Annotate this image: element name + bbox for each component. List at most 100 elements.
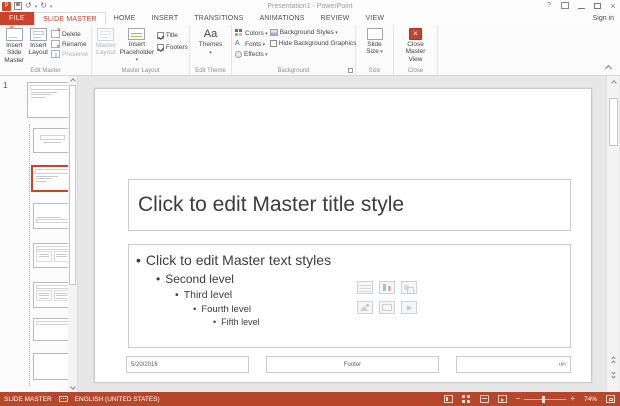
- title-checkbox-icon: [156, 32, 164, 39]
- zoom-out-icon[interactable]: −: [516, 395, 521, 403]
- fit-slide-to-window-icon[interactable]: [606, 395, 615, 403]
- close-master-view-button[interactable]: Close Master View: [399, 27, 433, 65]
- rename-button[interactable]: Rename: [50, 40, 88, 48]
- colors-button[interactable]: Colors: [235, 29, 268, 37]
- group-label-edit-theme: Edit Theme: [195, 68, 226, 74]
- tab-animations[interactable]: ANIMATIONS: [252, 12, 313, 25]
- thumbnail-layout-title-only[interactable]: [33, 318, 72, 341]
- master-title-placeholder[interactable]: Click to edit Master title style: [128, 179, 571, 231]
- ribbon-tab-bar: FILE SLIDE MASTER HOME INSERT TRANSITION…: [0, 12, 620, 25]
- main-vertical-scrollbar[interactable]: [606, 76, 619, 392]
- insert-video-icon[interactable]: [401, 301, 417, 314]
- insert-placeholder-button[interactable]: Insert Placeholder: [119, 27, 155, 65]
- slide-canvas[interactable]: Click to edit Master title style Click t…: [94, 88, 592, 383]
- thumbnail-layout-blank[interactable]: [33, 353, 72, 380]
- zoom-control: − +: [516, 395, 575, 403]
- normal-view-icon[interactable]: [443, 395, 453, 403]
- footer-placeholder[interactable]: Footer: [266, 356, 439, 373]
- insert-smartart-icon[interactable]: [401, 281, 417, 294]
- fonts-button[interactable]: Fonts: [235, 40, 268, 48]
- title-checkbox[interactable]: Title: [156, 32, 188, 39]
- master-layout-button[interactable]: Master Layout: [95, 27, 117, 65]
- thumbnail-slide-master[interactable]: [27, 82, 72, 118]
- group-edit-theme: Themes Edit Theme: [190, 25, 232, 75]
- background-dialog-launcher-icon[interactable]: [348, 68, 353, 73]
- insert-table-icon[interactable]: [357, 281, 373, 294]
- tab-file[interactable]: FILE: [0, 12, 34, 25]
- footers-checkbox[interactable]: Footers: [156, 44, 188, 51]
- effects-icon: [235, 51, 242, 58]
- thumbnail-layout-title-slide[interactable]: [33, 128, 72, 153]
- slide-size-button[interactable]: Slide Size: [362, 27, 388, 65]
- customize-quick-access-icon[interactable]: [50, 3, 53, 10]
- hide-background-graphics-checkbox[interactable]: Hide Background Graphics: [269, 40, 356, 47]
- effects-button[interactable]: Effects: [235, 51, 268, 58]
- collapse-ribbon-icon[interactable]: [605, 64, 613, 70]
- group-edit-master: Insert Slide Master Insert Layout Delete…: [0, 25, 92, 75]
- insert-picture-icon[interactable]: [357, 301, 373, 314]
- content-placeholder-icons: [357, 281, 423, 321]
- redo-icon[interactable]: [40, 2, 47, 10]
- ribbon-display-options-icon[interactable]: [561, 2, 569, 9]
- sign-in-link[interactable]: Sign in: [593, 12, 620, 25]
- close-icon[interactable]: [608, 1, 618, 10]
- slide-show-icon[interactable]: [497, 395, 507, 403]
- zoom-slider[interactable]: [524, 395, 567, 403]
- zoom-slider-thumb[interactable]: [542, 395, 546, 403]
- delete-icon: [50, 27, 61, 38]
- status-bar: SLIDE MASTER ENGLISH (UNITED STATES) − +…: [0, 392, 620, 406]
- group-master-layout: Master Layout Insert Placeholder Title F…: [92, 25, 190, 75]
- master-body-placeholder[interactable]: Click to edit Master text styles Second …: [128, 244, 571, 348]
- group-size: Slide Size Size: [356, 25, 394, 75]
- thumbnail-layout-title-and-content[interactable]: [31, 165, 73, 192]
- next-slide-icon[interactable]: [609, 368, 618, 380]
- tab-insert[interactable]: INSERT: [144, 12, 187, 25]
- thumbnail-scroll-down-icon[interactable]: [69, 384, 76, 392]
- insert-slide-master-button[interactable]: Insert Slide Master: [3, 25, 25, 65]
- date-placeholder[interactable]: 5/20/2016: [126, 356, 249, 373]
- undo-dropdown-icon[interactable]: [35, 3, 38, 10]
- preserve-icon: [50, 50, 60, 58]
- background-styles-button[interactable]: Background Styles: [269, 29, 357, 36]
- master-layout-icon: [97, 28, 115, 41]
- thumbnail-scrollbar[interactable]: [68, 76, 77, 392]
- reading-view-icon[interactable]: [479, 395, 489, 403]
- thumbnail-scroll-up-icon[interactable]: [69, 76, 76, 84]
- help-icon[interactable]: [544, 1, 554, 10]
- scroll-up-icon[interactable]: [610, 78, 618, 86]
- tab-view[interactable]: VIEW: [357, 12, 392, 25]
- restore-icon[interactable]: [593, 2, 601, 9]
- insert-online-picture-icon[interactable]: [379, 301, 395, 314]
- titlebar: Presentation1 - PowerPoint: [0, 0, 620, 12]
- tab-transitions[interactable]: TRANSITIONS: [186, 12, 251, 25]
- tab-review[interactable]: REVIEW: [313, 12, 358, 25]
- quick-access-toolbar: [0, 1, 53, 11]
- window-controls: [544, 1, 618, 10]
- zoom-in-icon[interactable]: +: [570, 395, 575, 403]
- themes-button[interactable]: Themes: [197, 27, 225, 65]
- main-scrollbar-thumb[interactable]: [609, 98, 618, 146]
- group-label-master-layout: Master Layout: [121, 68, 160, 74]
- undo-icon[interactable]: [25, 2, 32, 10]
- slide-number-placeholder[interactable]: ‹#›: [456, 356, 571, 373]
- status-language[interactable]: ENGLISH (UNITED STATES): [75, 396, 160, 403]
- minimize-icon[interactable]: [577, 7, 585, 9]
- powerpoint-app-icon[interactable]: [2, 1, 11, 11]
- insert-chart-icon[interactable]: [379, 281, 395, 294]
- thumbnail-layout-section-header[interactable]: [33, 203, 72, 229]
- background-styles-icon: [269, 29, 278, 36]
- previous-slide-icon[interactable]: [609, 354, 618, 366]
- delete-button[interactable]: Delete: [50, 27, 88, 38]
- zoom-percentage[interactable]: 74%: [584, 396, 597, 403]
- keyboard-language-icon[interactable]: [58, 396, 68, 402]
- thumbnail-layout-comparison[interactable]: [33, 282, 72, 308]
- preserve-button[interactable]: Preserve: [50, 50, 88, 58]
- slide-sorter-view-icon[interactable]: [461, 395, 471, 403]
- tab-home[interactable]: HOME: [106, 12, 144, 25]
- themes-icon: [204, 28, 217, 40]
- save-icon[interactable]: [14, 2, 22, 10]
- insert-layout-button[interactable]: Insert Layout: [27, 27, 49, 65]
- thumbnail-scrollbar-thumb[interactable]: [69, 85, 76, 285]
- tab-slide-master[interactable]: SLIDE MASTER: [33, 12, 106, 25]
- thumbnail-layout-two-content[interactable]: [33, 243, 72, 268]
